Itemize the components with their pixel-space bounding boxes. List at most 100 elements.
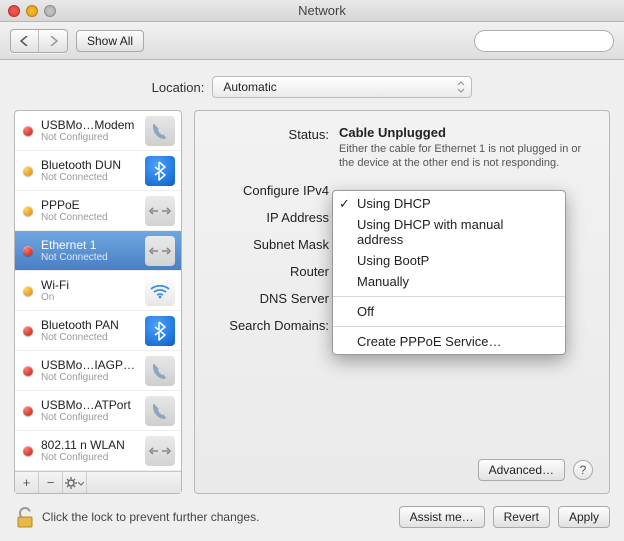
sidebar-item-name: Wi-Fi xyxy=(41,278,137,292)
updown-icon xyxy=(457,81,465,93)
sidebar-item-status: Not Connected xyxy=(41,332,137,343)
dns-label: DNS Server xyxy=(211,289,329,306)
sidebar-item-bluetooth-pan[interactable]: Bluetooth PANNot Connected xyxy=(15,311,181,351)
location-select[interactable]: Automatic xyxy=(212,76,472,98)
add-interface-button[interactable]: + xyxy=(15,472,39,493)
sidebar-item-name: Bluetooth DUN xyxy=(41,158,137,172)
lock-area[interactable]: Click the lock to prevent further change… xyxy=(14,505,259,529)
menu-separator xyxy=(333,296,565,297)
sidebar-item-usbmo-atport[interactable]: USBMo…ATPortNot Configured xyxy=(15,391,181,431)
sidebar-item-name: USBMo…ATPort xyxy=(41,398,137,412)
configure-label: Configure IPv4 xyxy=(211,181,329,198)
location-label: Location: xyxy=(152,80,205,95)
sidebar-item-status: Not Configured xyxy=(41,452,137,463)
footer: Click the lock to prevent further change… xyxy=(0,495,624,541)
sidebar-item-name: PPPoE xyxy=(41,198,137,212)
status-dot-icon xyxy=(23,286,33,296)
menu-item-dhcp-manual[interactable]: Using DHCP with manual address xyxy=(333,214,565,250)
ip-label: IP Address xyxy=(211,208,329,225)
sidebar-item-status: Not Configured xyxy=(41,132,137,143)
status-dot-icon xyxy=(23,326,33,336)
menu-item-create-pppoe[interactable]: Create PPPoE Service… xyxy=(333,331,565,352)
sidebar-item-802-11-n-wlan[interactable]: 802.11 n WLANNot Configured xyxy=(15,431,181,471)
sidebar-item-text: Bluetooth DUNNot Connected xyxy=(41,158,137,183)
show-all-button[interactable]: Show All xyxy=(76,30,144,52)
location-row: Location: Automatic xyxy=(0,60,624,110)
gear-menu-button[interactable] xyxy=(63,472,87,493)
sidebar-item-status: Not Connected xyxy=(41,252,137,263)
arrows-icon xyxy=(145,436,175,466)
sidebar-item-name: USBMo…Modem xyxy=(41,118,137,132)
advanced-button[interactable]: Advanced… xyxy=(478,459,565,481)
sidebar-item-status: On xyxy=(41,292,137,303)
status-dot-icon xyxy=(23,206,33,216)
lock-text: Click the lock to prevent further change… xyxy=(42,510,259,524)
arrows-icon xyxy=(145,196,175,226)
chevron-down-icon xyxy=(78,477,84,489)
titlebar: Network xyxy=(0,0,624,22)
sidebar-item-text: Ethernet 1Not Connected xyxy=(41,238,137,263)
status-dot-icon xyxy=(23,406,33,416)
interfaces-sidebar: USBMo…ModemNot ConfiguredBluetooth DUNNo… xyxy=(14,110,182,494)
search-domains-label: Search Domains: xyxy=(211,316,329,333)
sidebar-item-pppoe[interactable]: PPPoENot Connected xyxy=(15,191,181,231)
menu-item-off[interactable]: Off xyxy=(333,301,565,322)
close-window-button[interactable] xyxy=(8,5,20,17)
sidebar-item-bluetooth-dun[interactable]: Bluetooth DUNNot Connected xyxy=(15,151,181,191)
menu-separator xyxy=(333,326,565,327)
menu-item-bootp[interactable]: Using BootP xyxy=(333,250,565,271)
sidebar-item-wi-fi[interactable]: Wi-FiOn xyxy=(15,271,181,311)
window-title: Network xyxy=(28,3,616,18)
unlocked-lock-icon xyxy=(14,505,36,529)
sidebar-item-text: USBMo…ModemNot Configured xyxy=(41,118,137,143)
sidebar-item-status: Not Configured xyxy=(41,412,137,423)
location-value: Automatic xyxy=(223,80,276,94)
sidebar-item-text: PPPoENot Connected xyxy=(41,198,137,223)
wifi-icon xyxy=(145,276,175,306)
remove-interface-button[interactable]: − xyxy=(39,472,63,493)
menu-item-manually[interactable]: Manually xyxy=(333,271,565,292)
assist-me-button[interactable]: Assist me… xyxy=(399,506,485,528)
status-dot-icon xyxy=(23,446,33,456)
sidebar-item-name: Bluetooth PAN xyxy=(41,318,137,332)
configure-ipv4-menu: Using DHCP Using DHCP with manual addres… xyxy=(332,190,566,355)
chevron-left-icon xyxy=(20,36,29,46)
interfaces-list: USBMo…ModemNot ConfiguredBluetooth DUNNo… xyxy=(15,111,181,471)
revert-button[interactable]: Revert xyxy=(493,506,550,528)
sidebar-item-ethernet-1[interactable]: Ethernet 1Not Connected xyxy=(15,231,181,271)
search-field[interactable] xyxy=(474,30,614,52)
sidebar-item-usbmo-modem[interactable]: USBMo…ModemNot Configured xyxy=(15,111,181,151)
sidebar-item-status: Not Connected xyxy=(41,212,137,223)
chevron-right-icon xyxy=(49,36,58,46)
router-label: Router xyxy=(211,262,329,279)
arrows-icon xyxy=(145,236,175,266)
phone-icon xyxy=(145,356,175,386)
status-row: Status: Cable Unplugged Either the cable… xyxy=(211,125,593,171)
nav-segment xyxy=(10,29,68,53)
menu-item-dhcp[interactable]: Using DHCP xyxy=(333,193,565,214)
status-dot-icon xyxy=(23,126,33,136)
status-value: Cable Unplugged xyxy=(339,125,589,140)
bt-icon xyxy=(145,316,175,346)
sidebar-item-text: USBMo…IAGPortNot Configured xyxy=(41,358,137,383)
sidebar-item-text: Bluetooth PANNot Connected xyxy=(41,318,137,343)
bt-icon xyxy=(145,156,175,186)
forward-button[interactable] xyxy=(39,30,67,52)
gear-icon xyxy=(65,477,77,489)
toolbar: Show All xyxy=(0,22,624,60)
sidebar-item-status: Not Configured xyxy=(41,372,137,383)
search-input[interactable] xyxy=(487,34,624,48)
advanced-row: Advanced… ? xyxy=(211,459,593,481)
apply-button[interactable]: Apply xyxy=(558,506,610,528)
sidebar-item-usbmo-iagport[interactable]: USBMo…IAGPortNot Configured xyxy=(15,351,181,391)
sidebar-footer: + − xyxy=(15,471,181,493)
back-button[interactable] xyxy=(11,30,39,52)
status-dot-icon xyxy=(23,166,33,176)
sidebar-item-text: USBMo…ATPortNot Configured xyxy=(41,398,137,423)
status-dot-icon xyxy=(23,366,33,376)
subnet-label: Subnet Mask xyxy=(211,235,329,252)
sidebar-item-name: 802.11 n WLAN xyxy=(41,438,137,452)
status-label: Status: xyxy=(211,125,329,142)
phone-icon xyxy=(145,116,175,146)
help-button[interactable]: ? xyxy=(573,460,593,480)
